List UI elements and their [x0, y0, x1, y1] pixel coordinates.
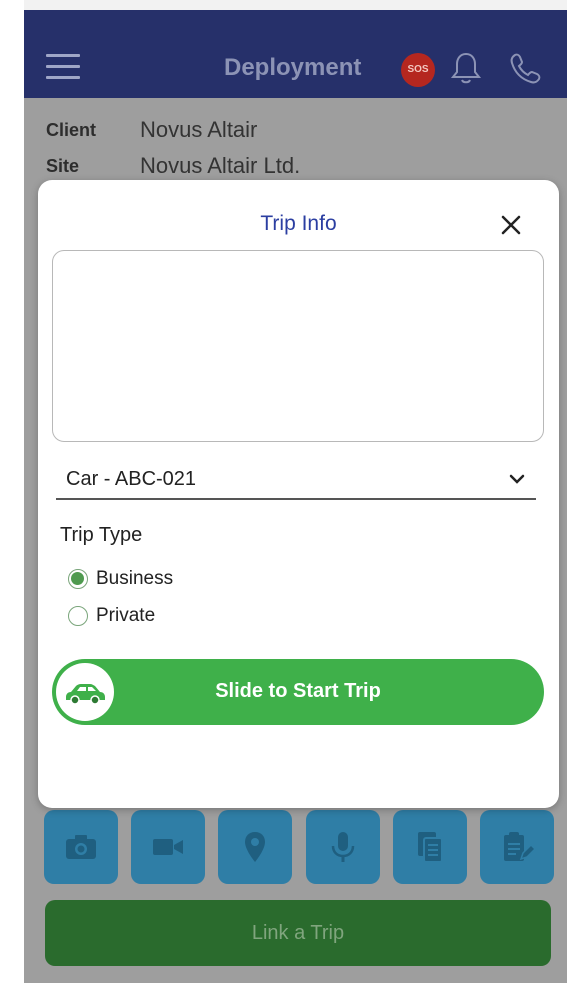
menu-icon[interactable] [46, 54, 80, 80]
bell-icon[interactable] [450, 50, 482, 86]
business-label: Business [96, 568, 174, 589]
site-row: Site Novus Altair Ltd. [46, 148, 300, 184]
location-button[interactable] [218, 810, 293, 884]
trip-info-dialog: Trip Info Car - ABC-021 Trip Type Busine… [38, 180, 559, 808]
client-label: Client [46, 119, 97, 140]
slide-to-start-trip[interactable]: Slide to Start Trip [52, 659, 544, 725]
status-strip [24, 0, 567, 10]
slider-label: Slide to Start Trip [215, 680, 381, 702]
app-header: Deployment SOS [24, 10, 567, 98]
client-info: Client Novus Altair Site Novus Altair Lt… [46, 112, 300, 184]
video-button[interactable] [131, 810, 206, 884]
camera-button[interactable] [44, 810, 118, 884]
documents-button[interactable] [392, 810, 467, 884]
close-icon[interactable] [496, 210, 526, 240]
business-radio[interactable] [68, 569, 88, 589]
vehicle-selected-value: Car - ABC-021 [66, 468, 197, 490]
trip-notes-input[interactable] [52, 250, 544, 442]
site-label: Site [46, 155, 80, 176]
trip-type-label: Trip Type [60, 524, 143, 546]
clipboard-edit-icon [503, 832, 535, 861]
link-trip-button[interactable]: Link a Trip [45, 900, 551, 966]
microphone-button[interactable] [305, 810, 380, 884]
trip-type-private-option[interactable]: Private [68, 603, 155, 629]
dialog-title: Trip Info [260, 212, 337, 235]
page-title: Deployment [224, 54, 362, 81]
trip-type-business-option[interactable]: Business [68, 566, 173, 592]
client-row: Client Novus Altair [46, 112, 300, 148]
chevron-down-icon [509, 474, 525, 484]
documents-icon [417, 832, 443, 863]
site-value: Novus Altair Ltd. [140, 153, 301, 178]
client-value: Novus Altair [140, 117, 258, 142]
microphone-icon [331, 832, 354, 862]
left-gutter [0, 0, 24, 983]
phone-icon[interactable] [508, 50, 544, 86]
location-icon [245, 832, 266, 862]
vehicle-select[interactable]: Car - ABC-021 [56, 460, 536, 500]
video-icon [153, 839, 184, 855]
private-label: Private [96, 605, 156, 626]
private-radio[interactable] [68, 606, 88, 626]
sos-button[interactable]: SOS [401, 53, 435, 87]
clipboard-edit-button[interactable] [479, 810, 554, 884]
camera-icon [66, 835, 96, 859]
media-toolbar [44, 810, 554, 884]
